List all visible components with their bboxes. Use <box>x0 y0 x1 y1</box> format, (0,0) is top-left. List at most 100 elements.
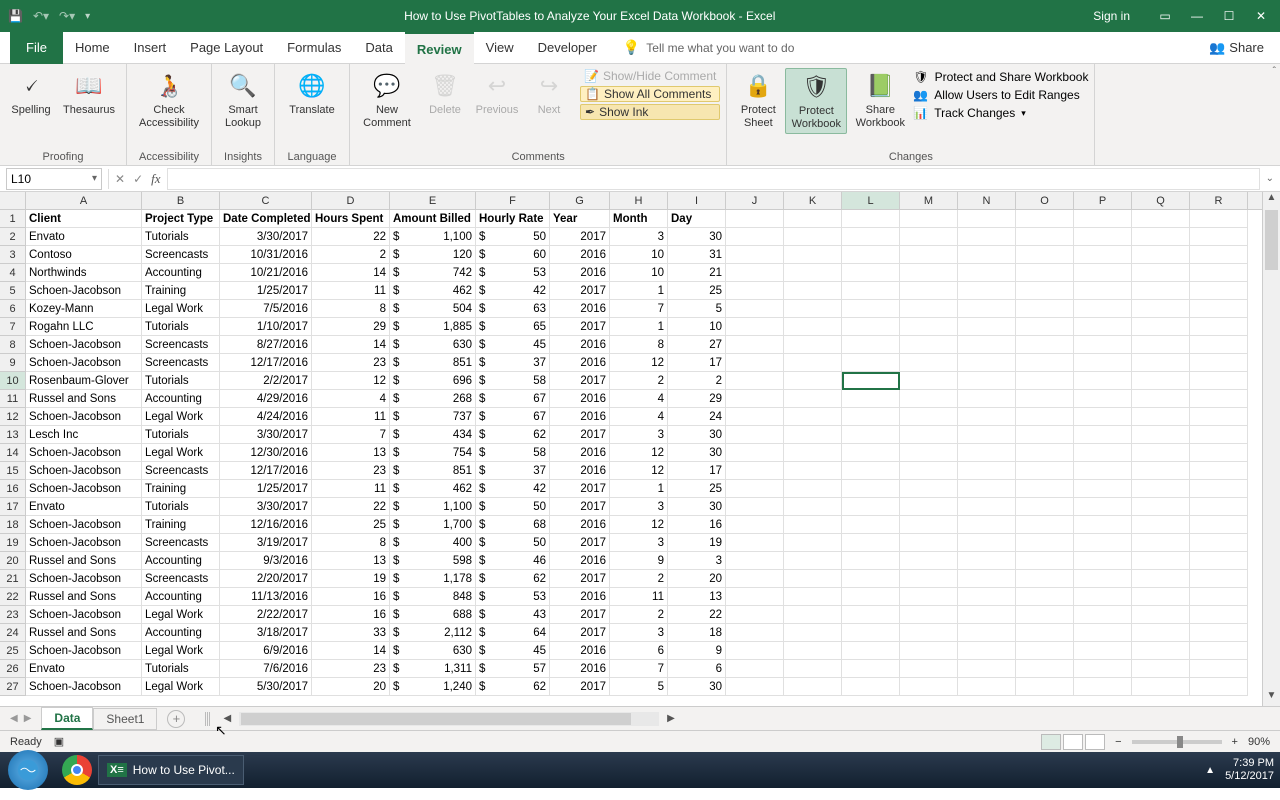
cell[interactable]: 1/25/2017 <box>220 282 312 300</box>
cell[interactable] <box>1190 318 1248 336</box>
cell[interactable]: 2017 <box>550 282 610 300</box>
cell[interactable] <box>842 588 900 606</box>
cell[interactable] <box>1190 660 1248 678</box>
cell[interactable]: 9 <box>668 642 726 660</box>
cell[interactable] <box>784 246 842 264</box>
cell[interactable] <box>1190 570 1248 588</box>
cell[interactable] <box>784 264 842 282</box>
cell[interactable]: 10 <box>610 264 668 282</box>
show-ink-button[interactable]: ✒ Show Ink <box>580 104 720 120</box>
row-header[interactable]: 23 <box>0 606 26 624</box>
cell[interactable]: 8/27/2016 <box>220 336 312 354</box>
cell[interactable] <box>1190 624 1248 642</box>
cell[interactable]: $2,112 <box>390 624 476 642</box>
cell[interactable] <box>958 444 1016 462</box>
cell[interactable] <box>1132 264 1190 282</box>
cell[interactable] <box>842 462 900 480</box>
cell[interactable]: Legal Work <box>142 606 220 624</box>
cell[interactable]: 2017 <box>550 606 610 624</box>
cell[interactable]: 23 <box>312 660 390 678</box>
cell[interactable] <box>784 480 842 498</box>
cell[interactable] <box>1016 300 1074 318</box>
column-header[interactable]: G <box>550 192 610 209</box>
cell[interactable]: Accounting <box>142 390 220 408</box>
column-header[interactable]: A <box>26 192 142 209</box>
cell[interactable]: 4 <box>610 408 668 426</box>
cell[interactable]: 3 <box>610 498 668 516</box>
column-header[interactable]: O <box>1016 192 1074 209</box>
cell[interactable] <box>726 498 784 516</box>
cell[interactable]: 30 <box>668 444 726 462</box>
column-header[interactable]: N <box>958 192 1016 209</box>
cell[interactable] <box>784 534 842 552</box>
scroll-up-icon[interactable]: ▲ <box>1263 192 1280 208</box>
column-header[interactable]: Q <box>1132 192 1190 209</box>
column-header[interactable]: H <box>610 192 668 209</box>
cell[interactable] <box>784 678 842 696</box>
cell[interactable] <box>900 246 958 264</box>
column-header[interactable]: I <box>668 192 726 209</box>
cell[interactable]: 1 <box>610 480 668 498</box>
cell[interactable] <box>842 534 900 552</box>
cell[interactable]: 3/30/2017 <box>220 426 312 444</box>
cell[interactable] <box>900 588 958 606</box>
cell[interactable]: 2016 <box>550 516 610 534</box>
thesaurus-button[interactable]: 📖Thesaurus <box>58 68 120 119</box>
column-header[interactable]: P <box>1074 192 1132 209</box>
cell[interactable]: 2017 <box>550 624 610 642</box>
cell[interactable]: 1/10/2017 <box>220 318 312 336</box>
row-header[interactable]: 25 <box>0 642 26 660</box>
cell[interactable]: $46 <box>476 552 550 570</box>
cell[interactable] <box>1074 354 1132 372</box>
cell[interactable]: Schoen-Jacobson <box>26 606 142 624</box>
cell[interactable] <box>784 426 842 444</box>
cell[interactable] <box>958 570 1016 588</box>
cell[interactable] <box>1016 228 1074 246</box>
cell[interactable]: 19 <box>312 570 390 588</box>
cell[interactable] <box>784 390 842 408</box>
cell[interactable] <box>842 606 900 624</box>
cell[interactable]: Legal Work <box>142 408 220 426</box>
cell[interactable]: Legal Work <box>142 678 220 696</box>
row-header[interactable]: 5 <box>0 282 26 300</box>
cell[interactable]: 17 <box>668 462 726 480</box>
cell[interactable]: Tutorials <box>142 498 220 516</box>
cell[interactable] <box>726 336 784 354</box>
cell[interactable]: $65 <box>476 318 550 336</box>
cell[interactable] <box>726 624 784 642</box>
column-header[interactable]: L <box>842 192 900 209</box>
cell[interactable]: 8 <box>610 336 668 354</box>
cell[interactable]: 16 <box>668 516 726 534</box>
cell[interactable]: Tutorials <box>142 372 220 390</box>
cell[interactable] <box>726 462 784 480</box>
cell[interactable]: 2017 <box>550 228 610 246</box>
row-header[interactable]: 18 <box>0 516 26 534</box>
cell[interactable] <box>958 642 1016 660</box>
allow-users-edit-button[interactable]: 👥 Allow Users to Edit Ranges <box>913 88 1088 102</box>
cell[interactable]: 23 <box>312 462 390 480</box>
cell[interactable] <box>1132 588 1190 606</box>
cell[interactable] <box>842 210 900 228</box>
cell[interactable] <box>958 300 1016 318</box>
tab-view[interactable]: View <box>474 32 526 64</box>
row-header[interactable]: 22 <box>0 588 26 606</box>
cell[interactable]: Schoen-Jacobson <box>26 516 142 534</box>
cell[interactable] <box>958 336 1016 354</box>
cell[interactable] <box>1190 588 1248 606</box>
cell[interactable] <box>900 606 958 624</box>
cell[interactable] <box>784 642 842 660</box>
sheet-tab-sheet1[interactable]: Sheet1 <box>93 708 157 730</box>
cell[interactable]: 17 <box>668 354 726 372</box>
cell[interactable]: Screencasts <box>142 336 220 354</box>
protect-workbook-button[interactable]: 🛡Protect Workbook <box>785 68 847 134</box>
cell[interactable] <box>958 408 1016 426</box>
cell[interactable]: $504 <box>390 300 476 318</box>
close-icon[interactable]: ✕ <box>1254 9 1268 23</box>
cell[interactable] <box>842 408 900 426</box>
protect-sheet-button[interactable]: 🔒Protect Sheet <box>733 68 783 132</box>
cell[interactable] <box>1016 372 1074 390</box>
cell[interactable] <box>1132 498 1190 516</box>
cell[interactable] <box>842 228 900 246</box>
name-box[interactable]: L10 ▾ <box>6 168 102 190</box>
cell[interactable]: 2016 <box>550 390 610 408</box>
